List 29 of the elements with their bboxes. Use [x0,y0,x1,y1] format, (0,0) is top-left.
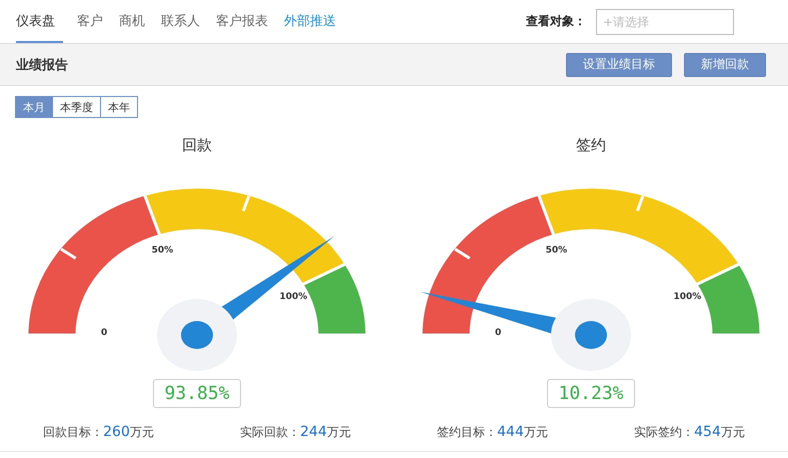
period-tab[interactable]: 本季度 [52,96,101,118]
gauge-title: 签约 [576,136,606,155]
target-stat: 签约目标：444万元 [437,424,548,441]
actual-stat: 实际签约：454万元 [634,424,745,441]
action-button[interactable]: 设置业绩目标 [566,52,672,76]
period-tab[interactable]: 本年 [100,96,138,118]
viewer-field[interactable]: +请选择 [596,8,734,34]
hub-dot [181,321,213,349]
action-button[interactable]: 新增回款 [684,52,766,76]
nav-link[interactable]: 外部推送 [276,0,344,43]
nav-tab[interactable]: 联系人 [153,0,208,43]
target-stat: 回款目标：260万元 [43,424,154,441]
nav-tab[interactable]: 客户报表 [208,0,276,43]
tick-label: 100% [673,292,702,302]
tick-label: 0 [495,328,502,338]
gauge-title: 回款 [182,136,212,155]
tick-label: 100% [279,292,308,302]
hub-dot [575,321,607,349]
period-tab[interactable]: 本月 [15,96,53,118]
tick-label: 50% [546,245,568,256]
gauge-reading: 93.85% [153,379,241,408]
tick-label: 50% [152,245,174,256]
viewer-label: 查看对象： [526,13,586,30]
actual-stat: 实际回款：244万元 [240,424,351,441]
section-title: 业绩报告 [16,56,69,74]
nav-tab[interactable]: 商机 [111,0,153,43]
nav-tab[interactable]: 客户 [69,0,111,43]
tick-label: 0 [101,328,108,338]
gauge-reading: 10.23% [547,379,635,408]
